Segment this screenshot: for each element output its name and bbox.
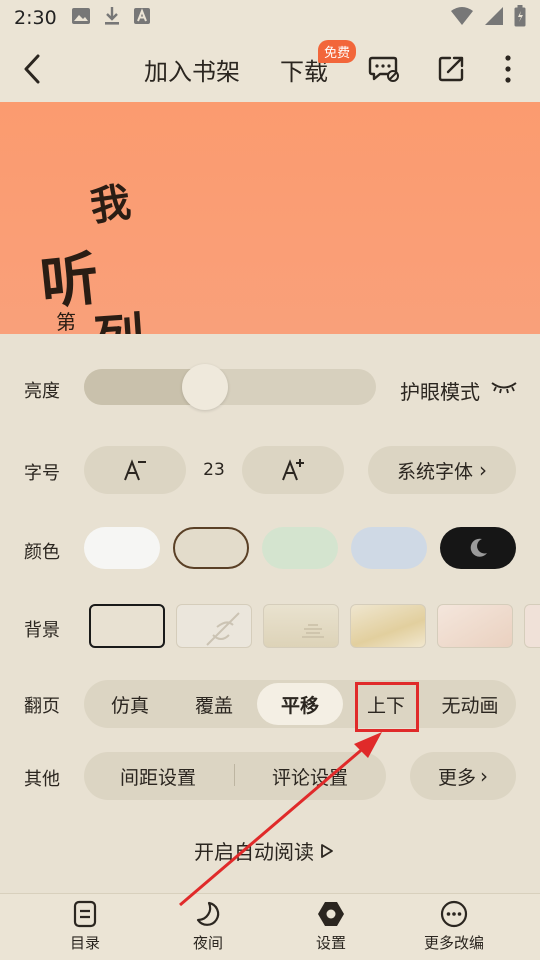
nav-label: 目录 xyxy=(69,934,100,952)
comment-settings-button[interactable]: 评论设置 xyxy=(248,752,372,800)
font-size-label: 字号 xyxy=(24,463,60,484)
background-label: 背景 xyxy=(24,620,60,641)
cover-glyph: 列 xyxy=(92,296,147,334)
reader-settings-panel: 亮度 护眼模式 字号 23 系统字体 › 颜色 背景 翻页 仿真 覆盖 平移 上 xyxy=(0,334,540,894)
color-swatch-blue[interactable] xyxy=(351,527,427,569)
color-swatch-white[interactable] xyxy=(84,527,160,569)
page-turn-option[interactable]: 无动画 xyxy=(430,680,510,728)
brightness-label: 亮度 xyxy=(24,381,60,402)
nav-night[interactable]: 夜间 xyxy=(163,900,253,953)
other-label: 其他 xyxy=(24,769,60,790)
moon-icon xyxy=(470,538,487,557)
wifi-icon xyxy=(450,6,474,30)
background-tile-pink[interactable] xyxy=(437,604,513,648)
play-icon xyxy=(321,843,333,858)
divider xyxy=(234,764,235,786)
page-turn-label: 翻页 xyxy=(24,696,60,717)
more-menu-icon[interactable] xyxy=(496,54,520,84)
background-tile-plain[interactable] xyxy=(89,604,165,648)
moon-icon xyxy=(196,901,220,926)
signal-icon xyxy=(484,6,504,30)
comment-off-icon[interactable] xyxy=(368,54,399,84)
color-swatch-beige[interactable] xyxy=(173,527,249,569)
nav-catalog[interactable]: 目录 xyxy=(40,900,130,953)
font-decrease-button[interactable] xyxy=(84,446,186,494)
more-circle-icon xyxy=(440,900,468,928)
more-settings-label: 更多 xyxy=(437,766,476,789)
page-turn-option-selected[interactable]: 平移 xyxy=(257,680,343,728)
auto-read-label: 开启自动阅读 xyxy=(194,840,314,864)
book-cover-banner: 我 听 第 列 xyxy=(0,102,540,334)
cover-glyph: 我 xyxy=(87,178,134,231)
eye-closed-icon[interactable] xyxy=(490,378,518,400)
color-swatch-green[interactable] xyxy=(262,527,338,569)
nav-more-adaptations[interactable]: 更多改编 xyxy=(409,900,499,953)
bottom-navigation: 目录 夜间 设置 更多改编 xyxy=(0,893,540,960)
status-right-group xyxy=(450,5,526,31)
chevron-right-icon: › xyxy=(480,764,488,788)
settings-hex-icon xyxy=(318,902,344,926)
catalog-icon xyxy=(73,900,97,928)
top-toolbar: 加入书架 下载 免费 xyxy=(0,36,540,102)
gallery-icon xyxy=(71,7,91,29)
auto-read-button[interactable]: 开启自动阅读 xyxy=(194,836,334,865)
color-swatch-night[interactable] xyxy=(440,527,516,569)
nav-label: 设置 xyxy=(315,934,346,952)
chevron-right-icon: › xyxy=(479,458,487,482)
free-badge: 免费 xyxy=(318,40,357,63)
download-status-icon xyxy=(103,6,121,30)
more-settings-button[interactable]: 更多 › xyxy=(410,752,516,800)
status-bar: 2:30 xyxy=(0,0,540,36)
font-increase-button[interactable] xyxy=(242,446,344,494)
nav-label: 更多改编 xyxy=(423,934,484,952)
background-tile-silk[interactable] xyxy=(350,604,426,648)
background-tile-partial[interactable] xyxy=(524,604,540,648)
nav-label: 夜间 xyxy=(192,934,223,952)
spacing-settings-button[interactable]: 间距设置 xyxy=(96,752,220,800)
background-tile-leaves[interactable] xyxy=(176,604,252,648)
brightness-slider[interactable] xyxy=(84,369,376,405)
battery-icon xyxy=(514,5,526,31)
eye-mode-toggle[interactable]: 护眼模式 xyxy=(400,376,480,405)
status-time: 2:30 xyxy=(14,7,57,29)
system-font-button[interactable]: 系统字体 › xyxy=(368,446,516,494)
page-turn-option[interactable]: 仿真 xyxy=(92,680,168,728)
background-tile-temple[interactable] xyxy=(263,604,339,648)
share-icon[interactable] xyxy=(436,54,466,84)
font-size-value: 23 xyxy=(203,460,225,480)
color-label: 颜色 xyxy=(24,542,60,563)
brightness-slider-thumb[interactable] xyxy=(182,364,228,410)
add-to-shelf-button[interactable]: 加入书架 xyxy=(144,52,240,87)
system-font-label: 系统字体 xyxy=(396,460,473,483)
back-button[interactable] xyxy=(18,50,50,88)
cover-glyph: 第 xyxy=(56,310,76,334)
annotation-highlight-box xyxy=(355,682,419,732)
page-turn-option[interactable]: 覆盖 xyxy=(176,680,252,728)
font-status-icon xyxy=(133,7,151,29)
nav-settings[interactable]: 设置 xyxy=(286,900,376,953)
